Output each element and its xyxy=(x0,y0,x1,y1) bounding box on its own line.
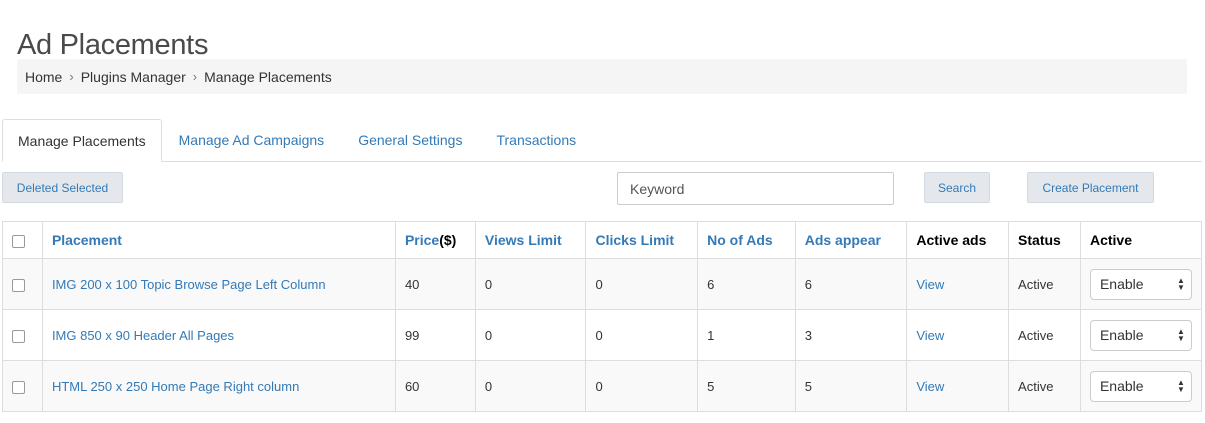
tab-manage-placements[interactable]: Manage Placements xyxy=(2,119,162,162)
active-select-value: Enable xyxy=(1099,276,1144,292)
active-select[interactable]: Enable ▲ ▼ xyxy=(1089,319,1192,351)
row-select-cell xyxy=(2,258,43,310)
chevron-right-icon: › xyxy=(69,69,74,84)
delete-selected-button[interactable]: Deleted Selected xyxy=(2,172,123,203)
tab-general-settings[interactable]: General Settings xyxy=(341,119,479,161)
header-price[interactable]: Price($) xyxy=(394,221,476,259)
updown-caret-icon: ▲ ▼ xyxy=(1177,276,1185,292)
page-title: Ad Placements xyxy=(17,29,209,62)
breadcrumb-manage-placements: Manage Placements xyxy=(204,68,332,85)
updown-caret-icon: ▲ ▼ xyxy=(1177,327,1185,343)
row-select-cell xyxy=(2,360,43,412)
breadcrumb-plugins-manager[interactable]: Plugins Manager xyxy=(81,69,186,85)
active-cell: Enable ▲ ▼ xyxy=(1079,360,1203,412)
active-cell: Enable ▲ ▼ xyxy=(1079,258,1203,310)
ads-appear-cell: 3 xyxy=(794,309,908,361)
price-cell: 60 xyxy=(394,360,476,412)
search-button[interactable]: Search xyxy=(924,172,990,203)
clicks-limit-cell: 0 xyxy=(585,258,699,310)
row-checkbox[interactable] xyxy=(12,278,25,292)
header-no-of-ads[interactable]: No of Ads xyxy=(697,221,796,259)
header-views-limit[interactable]: Views Limit xyxy=(474,221,587,259)
status-cell: Active xyxy=(1008,360,1081,412)
no-of-ads-cell: 6 xyxy=(697,258,796,310)
placement-name-link[interactable]: IMG 850 x 90 Header All Pages xyxy=(41,309,396,361)
create-placement-button[interactable]: Create Placement xyxy=(1027,172,1154,203)
header-ads-appear[interactable]: Ads appear xyxy=(794,221,908,259)
view-active-ads-link[interactable]: View xyxy=(906,360,1010,412)
view-active-ads-link[interactable]: View xyxy=(906,309,1010,361)
tab-manage-ad-campaigns[interactable]: Manage Ad Campaigns xyxy=(162,119,342,161)
placement-name-link[interactable]: IMG 200 x 100 Topic Browse Page Left Col… xyxy=(41,258,396,310)
header-clicks-limit[interactable]: Clicks Limit xyxy=(585,221,699,259)
chevron-right-icon: › xyxy=(192,69,198,84)
table-row: IMG 850 x 90 Header All Pages 99 0 0 1 3… xyxy=(2,309,1203,361)
updown-caret-icon: ▲ ▼ xyxy=(1177,378,1185,394)
ads-appear-cell: 6 xyxy=(794,258,908,310)
row-checkbox[interactable] xyxy=(12,329,25,343)
active-select-value: Enable xyxy=(1099,327,1144,343)
price-cell: 40 xyxy=(394,258,476,310)
active-cell: Enable ▲ ▼ xyxy=(1079,309,1203,361)
price-cell: 99 xyxy=(394,309,476,361)
views-limit-cell: 0 xyxy=(474,258,587,310)
table-row: HTML 250 x 250 Home Page Right column 60… xyxy=(2,360,1203,412)
header-active: Active xyxy=(1079,221,1203,259)
placements-table: Placement Price($) Views Limit Clicks Li… xyxy=(2,221,1203,412)
active-select[interactable]: Enable ▲ ▼ xyxy=(1089,268,1192,300)
active-select[interactable]: Enable ▲ ▼ xyxy=(1089,370,1192,402)
header-placement[interactable]: Placement xyxy=(41,221,396,259)
status-cell: Active xyxy=(1008,258,1081,310)
select-all-checkbox[interactable] xyxy=(12,234,25,248)
header-price-unit: ($) xyxy=(439,232,457,248)
select-all-cell xyxy=(2,221,43,259)
table-header-row: Placement Price($) Views Limit Clicks Li… xyxy=(2,221,1203,259)
no-of-ads-cell: 5 xyxy=(697,360,796,412)
clicks-limit-cell: 0 xyxy=(585,309,699,361)
header-active-ads: Active ads xyxy=(906,221,1010,259)
tab-bar: Manage Placements Manage Ad Campaigns Ge… xyxy=(2,119,1202,162)
views-limit-cell: 0 xyxy=(474,360,587,412)
status-cell: Active xyxy=(1008,309,1081,361)
ads-appear-cell: 5 xyxy=(794,360,908,412)
view-active-ads-link[interactable]: View xyxy=(906,258,1010,310)
keyword-search-input[interactable] xyxy=(617,172,894,205)
active-select-value: Enable xyxy=(1099,378,1144,394)
header-price-label[interactable]: Price xyxy=(405,232,439,248)
views-limit-cell: 0 xyxy=(474,309,587,361)
table-row: IMG 200 x 100 Topic Browse Page Left Col… xyxy=(2,258,1203,310)
placement-name-link[interactable]: HTML 250 x 250 Home Page Right column xyxy=(41,360,396,412)
header-status: Status xyxy=(1008,221,1081,259)
row-select-cell xyxy=(2,309,43,361)
no-of-ads-cell: 1 xyxy=(697,309,796,361)
tab-transactions[interactable]: Transactions xyxy=(479,119,593,161)
row-checkbox[interactable] xyxy=(12,380,25,394)
clicks-limit-cell: 0 xyxy=(585,360,699,412)
breadcrumb: Home › Plugins Manager › Manage Placemen… xyxy=(17,59,1187,94)
breadcrumb-home[interactable]: Home xyxy=(25,69,62,85)
